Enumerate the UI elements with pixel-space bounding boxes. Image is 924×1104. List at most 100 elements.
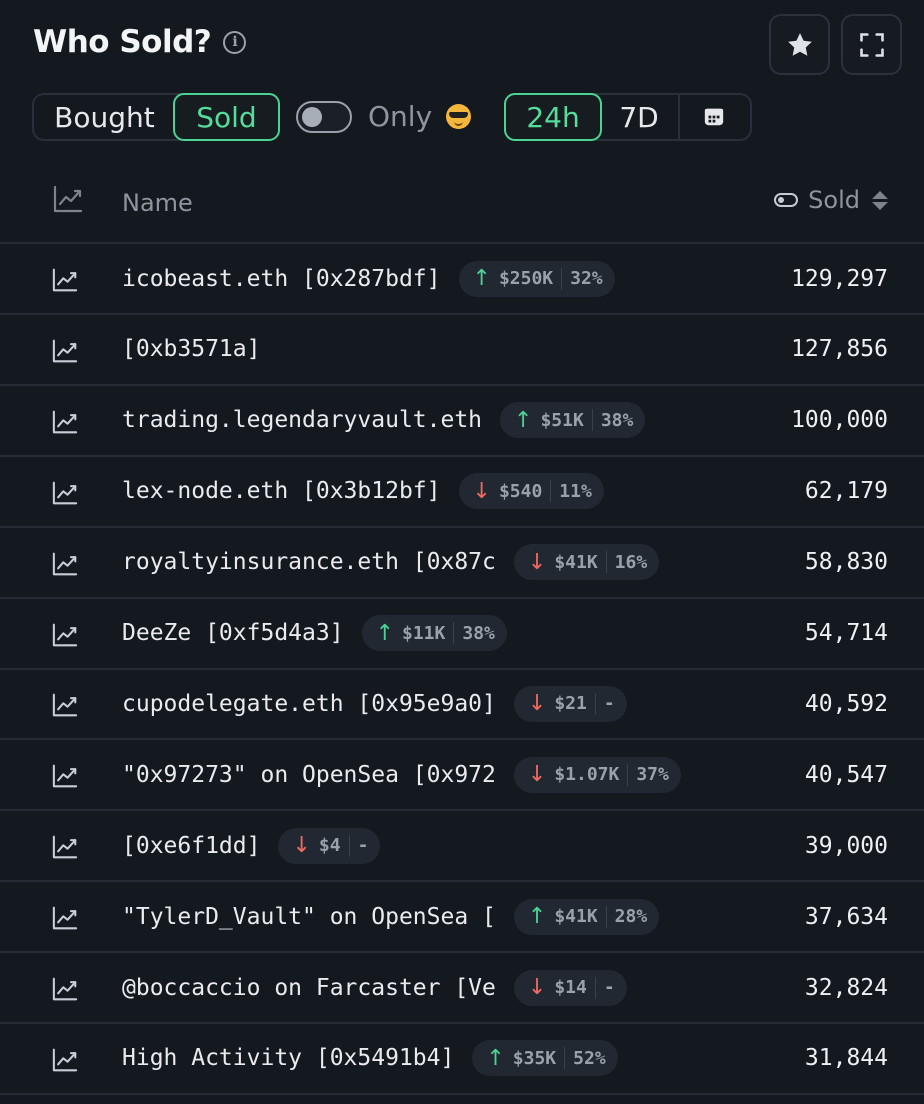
row-name-group: icobeast.eth [0x287bdf] ↑ $250K 32% [122,244,615,313]
table-row[interactable]: DeeZe [0xf5d4a3] ↑ $11K 38% 54,714 [0,599,924,670]
sold-amount: 129,297 [791,265,888,292]
calendar-button[interactable] [680,95,748,139]
badge-divider [605,551,607,574]
wallet-name[interactable]: [0xb3571a] [122,336,260,362]
only-label-group: Only [368,100,472,133]
chart-icon[interactable] [52,481,78,505]
sold-button[interactable]: Sold [172,93,280,141]
badge-divider [453,622,455,644]
table-header: Name Sold [0,168,924,244]
only-label: Only [368,100,433,133]
arrow-down-icon: ↓ [472,478,491,504]
badge-divider [348,834,350,857]
pnl-amount: $14 [554,977,587,998]
arrow-up-icon: ↑ [514,407,533,433]
wallet-name[interactable]: icobeast.eth [0x287bdf] [122,266,441,292]
chart-icon[interactable] [52,339,78,363]
side-toggle-group: Bought Sold [32,93,280,141]
chart-icon[interactable] [52,552,78,576]
chart-icon[interactable] [52,1048,78,1072]
chart-icon[interactable] [52,977,78,1001]
page-title-group: Who Sold? i [33,24,247,60]
period-7d-button[interactable]: 7D [600,95,678,139]
table-row[interactable]: "TylerD_Vault" on OpenSea [ ↑ $41K 28% 3… [0,882,924,954]
bought-button[interactable]: Bought [34,95,175,139]
favorite-button[interactable] [769,14,830,75]
chart-icon[interactable] [52,268,78,292]
arrow-down-icon: ↓ [527,691,547,717]
table-row[interactable]: icobeast.eth [0x287bdf] ↑ $250K 32% 129,… [0,244,924,315]
wallet-name[interactable]: @boccaccio on Farcaster [Ve [122,975,496,1001]
wallet-name[interactable]: trading.legendaryvault.eth [122,407,482,433]
badge-divider [605,905,607,928]
table-row[interactable]: [0xb3571a] 127,856 [0,315,924,386]
arrow-up-icon: ↑ [527,904,547,930]
chart-icon[interactable] [52,623,78,647]
chart-icon[interactable] [52,835,78,859]
wallet-name[interactable]: [0xe6f1dd] [122,833,260,859]
chart-column-icon [53,185,83,213]
pnl-percent: 28% [614,906,648,928]
arrow-down-icon: ↓ [292,833,311,859]
wallet-name[interactable]: lex-node.eth [0x3b12bf] [122,478,441,504]
pnl-badge: ↓ $21 - [513,685,627,722]
pnl-badge: ↑ $250K 32% [458,260,615,297]
cool-face-emoji-icon [446,104,472,129]
column-header-sold[interactable]: Sold [774,186,888,214]
badge-divider [591,409,593,432]
pnl-amount: $41K [554,551,598,573]
chart-icon[interactable] [52,764,78,788]
badge-divider [550,480,552,503]
row-name-group: [0xe6f1dd] ↓ $4 - [122,811,381,880]
pnl-amount: $540 [498,480,543,502]
table-row[interactable]: [0xe6f1dd] ↓ $4 - 39,000 [0,811,924,883]
column-header-name: Name [122,189,193,217]
period-24h-button[interactable]: 24h [504,93,602,141]
wallet-name[interactable]: High Activity [0x5491b4] [122,1045,454,1071]
arrow-down-icon: ↓ [527,975,547,1000]
row-name-group: [0xb3571a] [122,315,260,384]
table-row[interactable]: @boccaccio on Farcaster [Ve ↓ $14 - 32,8… [0,953,924,1024]
row-name-group: trading.legendaryvault.eth ↑ $51K 38% [122,386,646,455]
chart-icon[interactable] [52,693,78,717]
sold-amount: 40,592 [804,690,888,717]
pnl-percent: 38% [462,622,495,644]
pnl-badge: ↓ $540 11% [458,473,604,510]
info-icon[interactable]: i [223,30,247,54]
row-name-group: royaltyinsurance.eth [0x87c ↓ $41K 16% [122,528,660,597]
table-row[interactable]: lex-node.eth [0x3b12bf] ↓ $540 11% 62,17… [0,457,924,528]
token-pill-icon [774,193,799,207]
pnl-percent: 32% [570,268,603,289]
pnl-amount: $11K [402,622,446,644]
sold-amount: 100,000 [791,407,888,434]
period-toggle-group: 24h 7D [504,93,752,141]
pnl-badge: ↓ $4 - [278,827,381,864]
pnl-amount: $41K [554,906,598,928]
wallet-name[interactable]: cupodelegate.eth [0x95e9a0] [122,691,496,717]
pnl-percent: 11% [559,480,592,502]
wallet-name[interactable]: royaltyinsurance.eth [0x87c [122,549,496,575]
sold-amount: 62,179 [804,478,888,505]
arrow-down-icon: ↓ [527,549,547,575]
wallet-name[interactable]: DeeZe [0xf5d4a3] [122,620,344,646]
chart-icon[interactable] [52,906,78,930]
table-row[interactable]: "0x97273" on OpenSea [0x972 ↓ $1.07K 37%… [0,740,924,812]
chart-icon[interactable] [52,410,78,434]
table-row[interactable]: cupodelegate.eth [0x95e9a0] ↓ $21 - 40,5… [0,669,924,741]
fullscreen-button[interactable] [841,14,902,75]
row-name-group: lex-node.eth [0x3b12bf] ↓ $540 11% [122,457,604,526]
table-row[interactable]: trading.legendaryvault.eth ↑ $51K 38% 10… [0,386,924,457]
badge-divider [594,692,596,715]
sold-amount: 32,824 [804,974,888,1001]
pnl-amount: $21 [554,693,587,715]
table-row[interactable]: High Activity [0x5491b4] ↑ $35K 52% 31,8… [0,1024,924,1095]
sort-icon[interactable] [872,190,888,210]
pnl-percent: - [603,693,615,715]
wallet-name[interactable]: "0x97273" on OpenSea [0x972 [122,762,496,788]
row-name-group: "TylerD_Vault" on OpenSea [ ↑ $41K 28% [122,882,660,951]
only-toggle[interactable] [296,101,352,133]
pnl-percent: - [357,835,369,857]
pnl-badge: ↑ $35K 52% [472,1040,618,1077]
table-row[interactable]: royaltyinsurance.eth [0x87c ↓ $41K 16% 5… [0,528,924,599]
wallet-name[interactable]: "TylerD_Vault" on OpenSea [ [122,904,496,930]
